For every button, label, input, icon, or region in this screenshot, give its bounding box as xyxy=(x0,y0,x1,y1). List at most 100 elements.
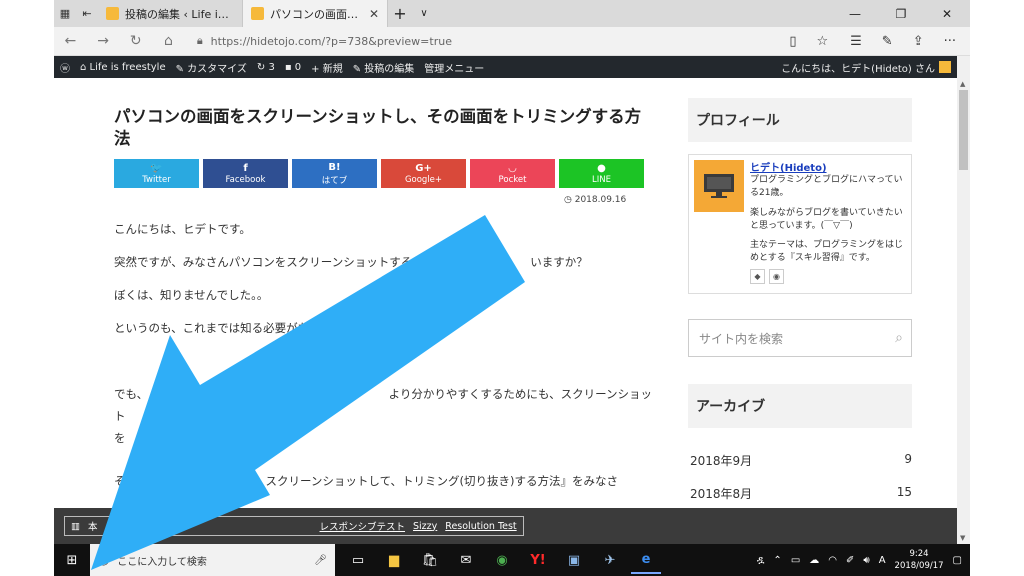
tab-list-icon[interactable]: ▦ xyxy=(54,0,76,27)
archive-item[interactable]: 2018年8月 15 xyxy=(690,485,912,502)
archive-heading: アーカイブ xyxy=(688,384,912,428)
microphone-icon[interactable]: 🎤︎ xyxy=(314,555,327,566)
site-search-input[interactable]: サイト内を検索 ⌕ xyxy=(688,319,912,357)
set-aside-icon[interactable]: ⇤ xyxy=(76,0,98,27)
mail-icon[interactable]: ✉ xyxy=(451,546,481,574)
notifications-icon[interactable]: ▢ xyxy=(953,555,962,566)
window-controls: — ❐ ✕ xyxy=(832,0,970,27)
restore-icon[interactable]: ❐ xyxy=(878,0,924,27)
admin-updates-link[interactable]: ↻ 3 xyxy=(257,62,275,73)
share-label: LINE xyxy=(592,174,611,185)
yahoo-icon[interactable]: Y! xyxy=(523,546,553,574)
refresh-icon[interactable]: ↻ xyxy=(119,33,152,49)
share-icon[interactable]: ⇪ xyxy=(913,34,924,49)
admin-comments-link[interactable]: ▪ 0 xyxy=(285,62,301,73)
post-date: ◷ 2018.09.16 xyxy=(564,195,627,205)
archive-item[interactable]: 2018年9月 9 xyxy=(690,452,912,469)
computer-illustration-icon xyxy=(704,174,734,198)
admin-greeting: こんにちは、ヒデト(Hideto) さん xyxy=(781,63,935,75)
edge-icon[interactable]: e xyxy=(631,546,661,574)
taskbar-search-placeholder: ここに入力して検索 xyxy=(117,556,207,568)
tab-preview[interactable]: パソコンの画面をスクリーン ✕ xyxy=(243,0,388,27)
paragraph: そスクリーンショットして、トリミング(切り抜き)する方法』をみなさ xyxy=(114,474,618,488)
url-field[interactable]: 🔒︎ https://hidetojo.com/?p=738&preview=t… xyxy=(192,30,790,52)
paragraph: 突然ですが、みなさんパソコンをスクリーンショットする いますか？ xyxy=(114,255,588,269)
favorites-hub-icon[interactable]: ☰ xyxy=(850,34,862,49)
dev-toolbar-label: 本 xyxy=(87,522,98,533)
tab-bar: ▦ ⇤ 投稿の編集 ‹ Life is freestyle パソコンの画面をスク… xyxy=(54,0,970,27)
admin-edit-post-link[interactable]: ✎ 投稿の編集 xyxy=(353,60,415,75)
admin-account[interactable]: こんにちは、ヒデト(Hideto) さん xyxy=(781,60,951,75)
share-twitter-button[interactable]: 🐦 Twitter xyxy=(114,159,199,188)
onedrive-icon[interactable]: ☁ xyxy=(809,555,819,566)
admin-site-link[interactable]: ⌂ Life is freestyle xyxy=(80,62,166,73)
app-icon[interactable]: ▣ xyxy=(559,546,589,574)
pen-icon[interactable]: ✎ xyxy=(882,34,893,49)
favorite-star-icon[interactable]: ☆ xyxy=(816,34,828,49)
forward-icon[interactable]: → xyxy=(87,33,120,49)
dev-toolbar-box: ▥ 本 レスポンシブテスト Sizzy Resolution Test xyxy=(64,516,524,536)
rss-icon[interactable]: ◉ xyxy=(769,269,784,284)
share-buttons: 🐦 Twitter f Facebook B! はてブ G+ Google+ ◡ Pocket ● L… xyxy=(114,159,644,188)
avatar xyxy=(939,61,951,73)
sizzy-link[interactable]: Sizzy xyxy=(413,521,437,532)
people-icon[interactable]: ዷ xyxy=(757,555,765,566)
paragraph: こんにちは、ヒデトです。 xyxy=(114,222,251,236)
chevron-down-icon[interactable]: ∨ xyxy=(412,0,436,27)
page-content: パソコンの画面をスクリーンショットし、その画面をトリミングする方法 🐦 Twitt… xyxy=(54,78,957,508)
resolution-test-link[interactable]: Resolution Test xyxy=(445,521,516,532)
feedly-icon[interactable]: ◆ xyxy=(750,269,765,284)
minimize-icon[interactable]: — xyxy=(832,0,878,27)
file-explorer-icon[interactable]: ▆ xyxy=(379,546,409,574)
profile-name-link[interactable]: ヒデト(Hideto) xyxy=(750,159,827,174)
clock[interactable]: 9:24 2018/09/17 xyxy=(895,548,944,572)
pocket-icon: ◡ xyxy=(508,162,517,174)
store-icon[interactable]: 🛍︎ xyxy=(415,546,445,574)
reading-view-icon[interactable]: ▯ xyxy=(789,34,796,49)
search-icon[interactable]: ⌕ xyxy=(895,330,903,346)
admin-menu-link[interactable]: 管理メニュー xyxy=(424,60,484,75)
share-label: Facebook xyxy=(225,174,266,185)
back-icon[interactable]: ← xyxy=(54,33,87,49)
scroll-down-icon[interactable]: ▼ xyxy=(960,534,965,542)
profile-text: 楽しみながらブログを書いていきたい と思っています。(￣▽￣) xyxy=(750,208,903,231)
browser-window: ▦ ⇤ 投稿の編集 ‹ Life is freestyle パソコンの画面をスク… xyxy=(54,0,970,576)
start-windows-icon[interactable]: ⊞ xyxy=(54,544,90,576)
close-window-icon[interactable]: ✕ xyxy=(924,0,970,27)
close-tab-icon[interactable]: ✕ xyxy=(369,7,379,21)
taskbar-search-box[interactable]: ◯ ここに入力して検索 🎤︎ xyxy=(90,544,335,576)
profile-text: 主なテーマは、プログラミングをはじ めとする『スキル習得』です。 xyxy=(750,240,904,263)
show-hidden-icons-icon[interactable]: ⌃ xyxy=(773,555,781,566)
home-icon[interactable]: ⌂ xyxy=(152,33,185,49)
new-tab-icon[interactable]: + xyxy=(388,0,412,27)
archive-month: 2018年9月 xyxy=(690,454,753,468)
vertical-scrollbar[interactable]: ▲ ▼ xyxy=(957,56,970,544)
admin-new-link[interactable]: + 新規 xyxy=(311,60,343,75)
url-text: https://hidetojo.com/?p=738&preview=true xyxy=(210,34,452,48)
share--button[interactable]: B! はてブ xyxy=(292,159,377,188)
windows-taskbar: ⊞ ◯ ここに入力して検索 🎤︎ ▭ ▆ 🛍︎ ✉ ◉ Y! ▣ ✈ e ዷ ⌃… xyxy=(54,544,970,576)
share-pocket-button[interactable]: ◡ Pocket xyxy=(470,159,555,188)
task-view-icon[interactable]: ▭ xyxy=(343,546,373,574)
twitter-icon: 🐦 xyxy=(150,162,163,174)
scroll-up-icon[interactable]: ▲ xyxy=(960,80,965,88)
tab-title: 投稿の編集 ‹ Life is freestyle xyxy=(125,7,234,21)
paragraph: というのも、これまでは知る必要がなか xyxy=(114,321,321,335)
share-facebook-button[interactable]: f Facebook xyxy=(203,159,288,188)
pen-tray-icon[interactable]: ✐ xyxy=(846,555,854,566)
admin-customize-link[interactable]: ✎ カスタマイズ xyxy=(176,60,247,75)
battery-icon[interactable]: ▭ xyxy=(791,555,800,566)
volume-icon[interactable]: 🔊︎ xyxy=(863,555,869,566)
share-line-button[interactable]: ● LINE xyxy=(559,159,644,188)
share-google-button[interactable]: G+ Google+ xyxy=(381,159,466,188)
chrome-icon[interactable]: ◉ xyxy=(487,546,517,574)
ime-indicator[interactable]: A xyxy=(879,555,886,566)
wordpress-icon[interactable]: ⓦ xyxy=(60,60,70,75)
scroll-thumb[interactable] xyxy=(959,90,968,170)
tab-edit-post[interactable]: 投稿の編集 ‹ Life is freestyle xyxy=(98,0,243,27)
responsive-test-link[interactable]: レスポンシブテスト xyxy=(320,519,406,533)
app-icon[interactable]: ✈ xyxy=(595,546,625,574)
more-icon[interactable]: ··· xyxy=(944,34,956,49)
wifi-icon[interactable]: ◠ xyxy=(828,555,837,566)
paragraph: でも、 を始め より分かりやすくするためにも、スクリーンショットを xyxy=(114,387,653,445)
